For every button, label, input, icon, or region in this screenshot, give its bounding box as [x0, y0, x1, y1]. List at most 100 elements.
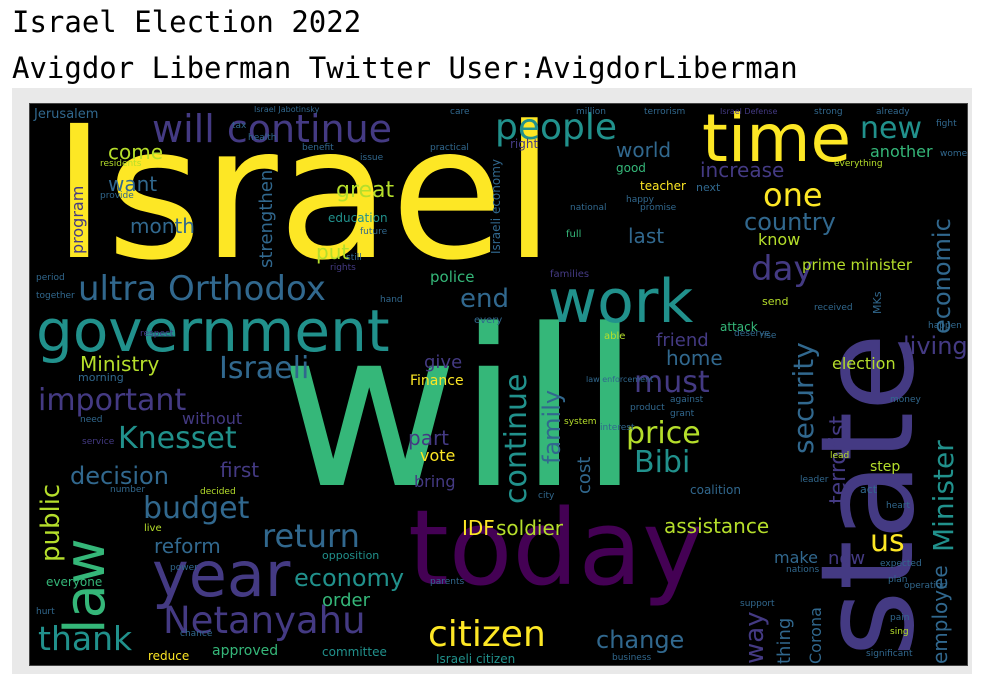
word-israeli-citizen: Israeli citizen	[436, 652, 516, 666]
word-economic: economic	[928, 218, 956, 334]
word-money: money	[890, 395, 921, 405]
word-residents: residents	[100, 159, 142, 169]
word-city: city	[538, 491, 555, 501]
word-part: part	[408, 426, 450, 450]
word-israel-defense: Israel Defense	[720, 107, 778, 116]
word-teacher: teacher	[640, 179, 686, 193]
word-health: health	[248, 133, 277, 143]
word-need: need	[80, 415, 103, 425]
word-citizen: citizen	[428, 614, 546, 655]
word-system: system	[564, 417, 597, 427]
word-product: product	[630, 403, 665, 413]
word-jerusalem: Jerusalem	[34, 107, 99, 122]
word-nations: nations	[786, 565, 820, 575]
word-order: order	[322, 590, 370, 611]
word-interest: interest	[600, 423, 635, 433]
word-happen: happen	[928, 321, 962, 331]
word-work: work	[548, 267, 694, 337]
word-election: election	[832, 354, 896, 373]
word-another: another	[870, 142, 933, 161]
word-everyone: everyone	[46, 575, 103, 589]
word-reduce: reduce	[148, 649, 190, 663]
word-already: already	[876, 107, 910, 117]
word-way: way	[740, 611, 770, 664]
word-finance: Finance	[410, 373, 464, 389]
word-number: number	[110, 485, 146, 495]
word-law-enforcement: law enforcement	[586, 375, 654, 384]
word-full: full	[566, 229, 582, 240]
word-reform: reform	[154, 534, 221, 558]
word-israel-jabotinsky: Israel Jabotinsky	[254, 105, 320, 114]
word-respect: respect	[140, 329, 174, 339]
word-send: send	[762, 295, 789, 308]
word-parents: parents	[430, 577, 465, 587]
word-everything: everything	[834, 159, 883, 169]
word-operation: operation	[904, 581, 948, 591]
word-thing: thing	[774, 617, 795, 664]
word-received: received	[814, 303, 853, 313]
word-ultra-orthodox: ultra Orthodox	[78, 269, 326, 309]
word-next: next	[696, 181, 721, 194]
word-tax: tax	[232, 121, 247, 131]
word-economy: economy	[294, 564, 405, 592]
word-continue: continue	[499, 373, 534, 504]
word-education: education	[328, 211, 388, 225]
word-women: women	[940, 149, 968, 159]
word-power: power	[170, 563, 198, 573]
word-against: against	[670, 395, 704, 405]
word-national: national	[570, 203, 607, 213]
word-act: act	[860, 483, 878, 496]
word-significant: significant	[866, 649, 913, 659]
title-line-2: Avigdor Liberman Twitter User:AvigdorLib…	[12, 51, 798, 85]
word-opposition: opposition	[322, 549, 380, 562]
word-new: new	[860, 111, 923, 146]
word-morning: morning	[78, 371, 124, 384]
word-chance: chance	[180, 629, 213, 639]
word-future: future	[360, 227, 388, 237]
word-good: good	[616, 161, 646, 175]
word-service: service	[82, 437, 115, 447]
word-one: one	[763, 176, 823, 214]
word-lead: lead	[830, 451, 850, 461]
word-assistance: assistance	[664, 514, 770, 538]
word-hurt: hurt	[36, 607, 55, 617]
word-us: us	[870, 524, 905, 559]
title-line-1: Israel Election 2022	[12, 5, 362, 39]
word-important: important	[38, 383, 187, 418]
word-police: police	[430, 268, 475, 286]
word-change: change	[596, 626, 685, 654]
word-together: together	[36, 291, 75, 301]
word-corona: Corona	[806, 607, 825, 664]
word-rights: rights	[330, 263, 356, 273]
word-practical: practical	[430, 143, 469, 153]
word-bibi: Bibi	[634, 445, 691, 480]
word-world: world	[616, 138, 672, 162]
word-bring: bring	[414, 472, 456, 491]
word-living: living	[903, 332, 968, 360]
word-strong: strong	[814, 107, 843, 117]
word-heart: heart	[886, 501, 910, 511]
word-know: know	[758, 230, 801, 249]
word-fight: fight	[936, 119, 957, 129]
word-end: end	[460, 284, 509, 314]
word-mks: MKs	[871, 291, 884, 314]
word-step: step	[870, 459, 901, 475]
word-benefit: benefit	[302, 143, 334, 153]
word-budget: budget	[143, 491, 250, 526]
word-increase: increase	[700, 158, 785, 182]
word-family: family	[538, 389, 566, 464]
word-families: families	[550, 269, 590, 280]
word-security: security	[787, 342, 820, 454]
word-cloud: Israel will state today time government …	[29, 103, 968, 666]
word-first: first	[220, 458, 260, 482]
word-prime-minister: prime minister	[802, 256, 913, 274]
word-thank: thank	[38, 619, 133, 658]
word-support: support	[740, 599, 775, 609]
word-terrorism: terrorism	[644, 107, 686, 117]
word-public: public	[36, 483, 66, 562]
word-soldier: soldier	[496, 516, 563, 540]
word-cost: cost	[574, 456, 595, 494]
word-last: last	[628, 224, 665, 248]
word-leader: leader	[800, 475, 829, 485]
word-give: give	[424, 352, 463, 373]
